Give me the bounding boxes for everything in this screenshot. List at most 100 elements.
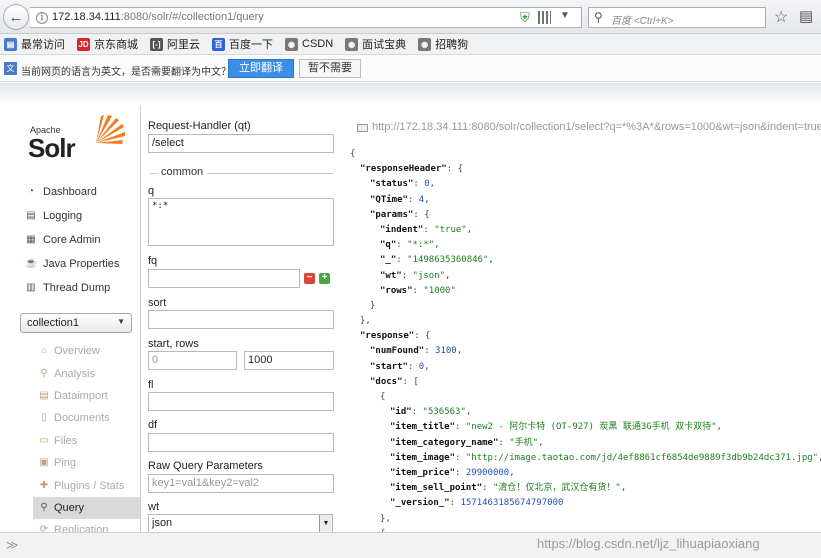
bookmark-star-icon[interactable]: ☆ — [774, 7, 788, 27]
wt-select[interactable]: json ▼ — [148, 514, 333, 533]
solr-sun-icon — [96, 115, 125, 144]
sidebar-item-core-admin[interactable]: ▦ Core Admin — [22, 228, 142, 252]
dismiss-translate-button[interactable]: 暂不需要 — [299, 59, 361, 78]
core-menu-item-files[interactable]: ▭ Files — [33, 430, 141, 452]
remove-fq-button[interactable]: − — [304, 273, 315, 284]
json-number: 29900000 — [465, 467, 510, 478]
json-key: "item_sell_point" — [390, 483, 483, 494]
sidebar-item-java-properties[interactable]: ☕ Java Properties — [22, 252, 142, 276]
json-line: "QTime": 4, — [350, 193, 821, 208]
json-punct: , — [434, 240, 440, 251]
fq-input[interactable] — [148, 269, 300, 288]
json-punct: : { — [414, 331, 431, 342]
core-menu-label: Files — [54, 434, 78, 447]
ping-icon: ▣ — [39, 457, 49, 469]
sidebar-item-label: Dashboard — [43, 186, 97, 198]
url-bar[interactable]: i 172.18.34.111:8080/solr/#/collection1/… — [30, 7, 600, 28]
json-punct: , — [538, 437, 544, 448]
core-selector[interactable]: collection1 ▼ — [20, 313, 132, 333]
main-sidebar-nav: ◔ Dashboard ▤ Logging ▦ Core Admin ☕ Java Prope… — [22, 180, 142, 300]
core-menu-label: Overview — [54, 345, 100, 358]
fl-input[interactable] — [148, 392, 334, 411]
core-menu-item-analysis[interactable]: ⚲ Analysis — [33, 362, 141, 384]
json-line: "q": "*:*", — [350, 238, 821, 253]
core-menu-item-overview[interactable]: ⌂ Overview — [33, 340, 141, 362]
core-menu: ⌂ Overview ⚲ Analysis ▤ Dataimport ▯ Documents ▭… — [33, 340, 141, 542]
browser-navbar: ← i 172.18.34.111:8080/solr/#/collection… — [0, 0, 821, 34]
files-icon: ▭ — [39, 434, 49, 446]
rows-input[interactable]: 1000 — [244, 351, 334, 370]
site-info-icon[interactable]: i — [36, 12, 48, 24]
json-punct: : { — [446, 164, 463, 175]
bookmark-item[interactable]: ◉ 招聘狗 — [418, 36, 468, 52]
url-path: :8080/solr/#/collection1/query — [120, 11, 264, 23]
json-punct: }, — [380, 513, 391, 524]
expand-arrows-icon[interactable]: ≫ — [6, 538, 19, 552]
sidebar-item-dashboard[interactable]: ◔ Dashboard — [22, 180, 142, 204]
sidebar-item-logging[interactable]: ▤ Logging — [22, 204, 142, 228]
json-punct: , — [424, 194, 430, 205]
core-menu-item-plugins-stats[interactable]: ✚ Plugins / Stats — [33, 474, 141, 496]
bookmark-label: 百度一下 — [229, 39, 273, 51]
analysis-icon: ⚲ — [40, 367, 48, 379]
sidebar-item-thread-dump[interactable]: ▥ Thread Dump — [22, 276, 142, 300]
core-admin-icon: ▦ — [26, 234, 36, 245]
wt-label: wt — [148, 501, 159, 513]
bookmark-favicon-icon: ◉ — [285, 37, 298, 51]
add-fq-button[interactable]: + — [319, 273, 330, 284]
core-menu-item-documents[interactable]: ▯ Documents — [33, 407, 141, 429]
back-arrow-icon[interactable]: ← — [3, 4, 29, 30]
overview-icon: ⌂ — [40, 345, 48, 357]
bookmark-item[interactable]: [-] 阿里云 — [150, 36, 200, 52]
start-rows-label: start, rows — [148, 338, 199, 350]
json-line: "wt": "json", — [350, 269, 821, 284]
legend-line-left — [150, 173, 158, 174]
json-string: "1000" — [423, 285, 456, 296]
json-line: "status": 0, — [350, 177, 821, 192]
core-menu-item-dataimport[interactable]: ▤ Dataimport — [33, 385, 141, 407]
raw-params-input[interactable]: key1=val1&key2=val2 — [148, 474, 334, 493]
start-input[interactable]: 0 — [148, 351, 237, 370]
core-menu-item-query[interactable]: ⚲ Query — [33, 496, 141, 520]
core-menu-item-ping[interactable]: ▣ Ping — [33, 452, 141, 474]
json-key: "wt" — [380, 270, 402, 281]
shield-icon[interactable]: ⛨ — [520, 10, 530, 26]
bookmark-item[interactable]: ◉ 面试宝典 — [345, 36, 406, 52]
json-punct: : — [413, 179, 425, 190]
response-url-link[interactable]: http://172.18.34.111:8080/solr/collectio… — [372, 121, 821, 133]
search-icon: ⚲ — [594, 10, 603, 24]
translate-bar: 文 当前网页的语言为英文，是否需要翻译为中文？ 立即翻译 暂不需要 — [0, 55, 821, 82]
qr-code-icon[interactable] — [538, 11, 551, 24]
java-properties-icon: ☕ — [25, 258, 38, 269]
documents-icon: ▯ — [41, 412, 47, 424]
json-string: "json" — [412, 270, 446, 281]
json-line: } — [350, 299, 821, 314]
json-string: "清仓！仅北京，武汉仓有货！" — [492, 483, 621, 494]
json-string: "new2 - 阿尔卡特 (OT-927) 炭黑 联通3G手机 双卡双待" — [465, 422, 717, 433]
common-legend-text: common — [161, 166, 204, 178]
translate-message: 当前网页的语言为英文，是否需要翻译为中文？ — [21, 67, 231, 78]
url-text[interactable]: 172.18.34.111:8080/solr/#/collection1/qu… — [52, 11, 264, 23]
bookmark-item[interactable]: ▤ 最常访问 — [4, 36, 65, 52]
request-handler-input[interactable]: /select — [148, 134, 334, 153]
logo-solr-text: Solr — [28, 133, 76, 163]
df-input[interactable] — [148, 433, 334, 452]
chevron-down-icon: ▼ — [319, 515, 332, 532]
search-input[interactable]: ⚲ 百度 <Ctrl+K> — [588, 7, 766, 28]
chevron-down-icon[interactable]: ▼ — [560, 10, 570, 21]
wt-select-value: json — [152, 517, 173, 529]
json-line: }, — [350, 512, 821, 527]
solr-logo[interactable]: Apache Solr — [28, 113, 128, 163]
json-punct: , — [466, 224, 473, 235]
url-host: 172.18.34.111 — [52, 11, 121, 23]
bookmark-item[interactable]: JD 京东商城 — [77, 36, 138, 52]
sidebar-item-label: Java Properties — [43, 258, 120, 270]
q-textarea[interactable]: *:* — [148, 198, 334, 246]
bookmark-item[interactable]: 百百度一下 — [212, 36, 273, 52]
reading-list-icon[interactable]: ▤ — [799, 7, 813, 25]
json-line: "indent": "true", — [350, 223, 821, 238]
json-line: }, — [350, 314, 821, 329]
translate-button[interactable]: 立即翻译 — [228, 59, 294, 78]
sort-input[interactable] — [148, 310, 334, 329]
bookmark-item[interactable]: ◉ CSDN — [285, 37, 333, 51]
